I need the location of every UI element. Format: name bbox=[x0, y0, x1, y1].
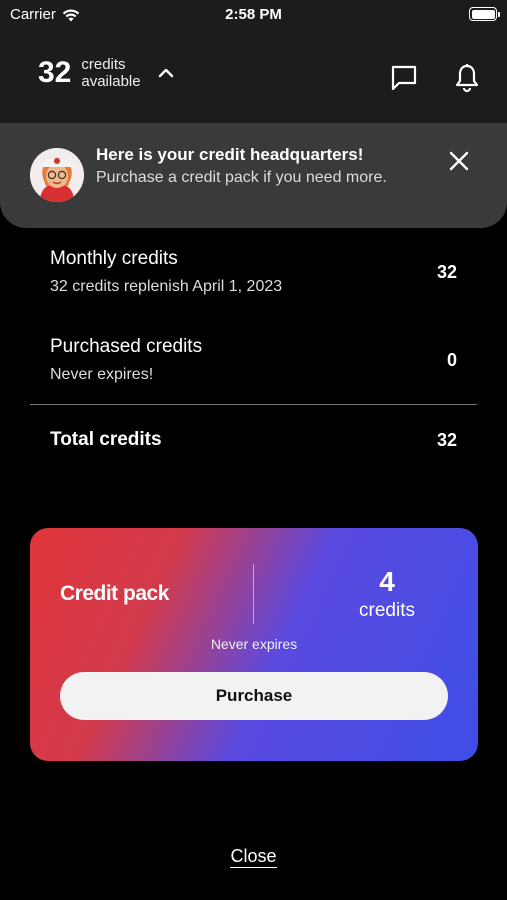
monthly-credits-row: Monthly credits 32 credits replenish Apr… bbox=[50, 248, 457, 296]
banner-title: Here is your credit headquarters! bbox=[96, 145, 364, 164]
purchase-button[interactable]: Purchase bbox=[60, 672, 448, 720]
pack-unit: credits bbox=[359, 600, 415, 621]
total-credits-value: 32 bbox=[436, 430, 457, 450]
pack-title: Credit pack bbox=[60, 582, 169, 605]
credits-label-line1: credits bbox=[81, 56, 126, 73]
close-label: Close bbox=[230, 846, 277, 868]
total-credits-label: Total credits bbox=[50, 429, 162, 450]
pack-amount: 4 bbox=[379, 566, 395, 597]
monthly-credits-sub: 32 credits replenish April 1, 2023 bbox=[50, 278, 283, 295]
status-time: 2:58 PM bbox=[225, 6, 282, 23]
credit-pack-card: Credit pack 4 credits Never expires Purc… bbox=[30, 528, 478, 761]
credits-toggle[interactable]: 32 credits available bbox=[38, 56, 175, 90]
purchased-credits-value: 0 bbox=[446, 350, 457, 370]
message-icon[interactable] bbox=[390, 64, 418, 92]
purchased-credits-row: Purchased credits Never expires! 0 bbox=[50, 336, 457, 384]
credits-label-line2: available bbox=[81, 73, 141, 90]
monthly-credits-value: 32 bbox=[436, 262, 457, 282]
pack-divider bbox=[253, 564, 254, 624]
info-banner: Here is your credit headquarters! Purcha… bbox=[0, 123, 507, 228]
close-button[interactable]: Close bbox=[0, 846, 507, 868]
purchased-credits-label: Purchased credits bbox=[50, 336, 203, 357]
avatar-icon bbox=[30, 148, 84, 202]
bell-icon[interactable] bbox=[453, 63, 481, 93]
close-icon[interactable] bbox=[448, 150, 470, 172]
credits-label: credits available bbox=[81, 56, 140, 90]
monthly-credits-label: Monthly credits bbox=[50, 248, 178, 269]
battery-icon bbox=[469, 7, 500, 21]
banner-text: Purchase a credit pack if you need more. bbox=[96, 169, 387, 186]
credits-count: 32 bbox=[38, 56, 72, 89]
purchased-credits-sub: Never expires! bbox=[50, 366, 154, 383]
avatar bbox=[30, 148, 84, 202]
header: 32 credits available bbox=[0, 30, 507, 125]
chevron-up-icon[interactable] bbox=[157, 64, 175, 82]
divider bbox=[30, 404, 477, 405]
status-bar: Carrier 2:58 PM bbox=[0, 0, 507, 30]
pack-expiry: Never expires bbox=[210, 636, 298, 652]
